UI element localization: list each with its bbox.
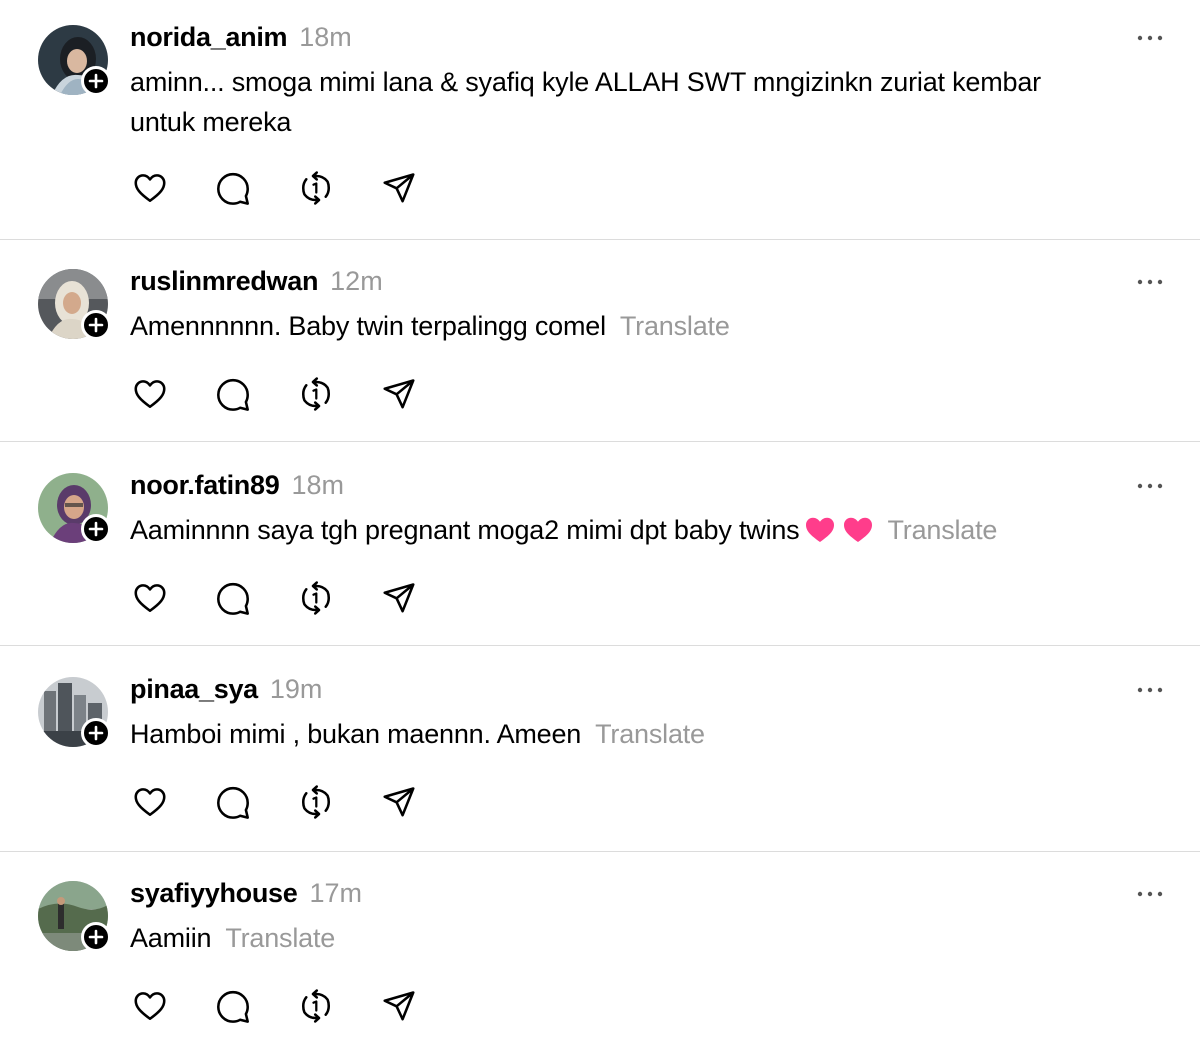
send-icon: [383, 991, 415, 1021]
heart-emoji: [805, 515, 873, 555]
comment-icon: [217, 990, 249, 1023]
reply-button[interactable]: [213, 986, 253, 1026]
reply-text: aminn... smoga mimi lana & syafiq kyle A…: [130, 62, 1140, 142]
translate-link[interactable]: Translate: [225, 923, 335, 953]
repost-icon: [301, 581, 331, 615]
post-header: norida_anim 18m: [130, 22, 352, 56]
comment-icon: [217, 786, 249, 819]
reply-text: Aaminnnn saya tgh pregnant moga2 mimi dp…: [130, 510, 1140, 555]
heart-icon: [134, 584, 166, 613]
post-header: ruslinmredwan 12m: [130, 266, 383, 300]
send-icon: [383, 173, 415, 203]
comment-icon: [217, 172, 249, 205]
timestamp: 18m: [291, 470, 344, 500]
send-icon: [383, 787, 415, 817]
post-header: syafiyyhouse 17m: [130, 878, 362, 912]
more-icon[interactable]: [1134, 474, 1166, 498]
translate-link[interactable]: Translate: [620, 311, 730, 341]
avatar[interactable]: [38, 677, 111, 748]
like-button[interactable]: [130, 374, 170, 414]
share-button[interactable]: [379, 374, 419, 414]
reply-text: Amennnnnn. Baby twin terpalingg comel Tra…: [130, 306, 1140, 346]
avatar[interactable]: [38, 881, 111, 952]
reply-text-line: aminn... smoga mimi lana & syafiq kyle A…: [130, 67, 1041, 97]
timestamp: 12m: [330, 266, 383, 296]
like-button[interactable]: [130, 578, 170, 618]
share-button[interactable]: [379, 578, 419, 618]
more-icon[interactable]: [1134, 882, 1166, 906]
more-icon[interactable]: [1134, 26, 1166, 50]
action-bar: [130, 168, 462, 208]
follow-plus-icon[interactable]: [81, 310, 111, 340]
heart-icon: [134, 788, 166, 817]
share-button[interactable]: [379, 168, 419, 208]
action-bar: [130, 374, 462, 414]
avatar[interactable]: [38, 269, 111, 340]
follow-plus-icon[interactable]: [81, 66, 111, 96]
repost-icon: [301, 785, 331, 819]
follow-plus-icon[interactable]: [81, 922, 111, 952]
repost-icon: [301, 171, 331, 205]
like-button[interactable]: [130, 782, 170, 822]
repost-icon: [301, 377, 331, 411]
heart-icon: [134, 992, 166, 1021]
follow-plus-icon[interactable]: [81, 514, 111, 544]
comment-icon: [217, 582, 249, 615]
reply-text-line: untuk mereka: [130, 107, 292, 137]
reply-button[interactable]: [213, 578, 253, 618]
post-header: pinaa_sya 19m: [130, 674, 322, 708]
username[interactable]: ruslinmredwan: [130, 266, 318, 297]
like-button[interactable]: [130, 986, 170, 1026]
post-header: noor.fatin89 18m: [130, 470, 344, 504]
repost-icon: [301, 989, 331, 1023]
repost-button[interactable]: [296, 168, 336, 208]
reply-post: ruslinmredwan 12m Amennnnnn. Baby twin t…: [0, 244, 1200, 442]
more-icon[interactable]: [1134, 678, 1166, 702]
reply-text-line: Aaminnnn saya tgh pregnant moga2 mimi dp…: [130, 515, 800, 545]
username[interactable]: norida_anim: [130, 22, 288, 53]
send-icon: [383, 583, 415, 613]
username[interactable]: noor.fatin89: [130, 470, 280, 501]
timestamp: 19m: [269, 674, 323, 704]
reply-button[interactable]: [213, 782, 253, 822]
reply-text-line: Aamiin: [130, 923, 212, 953]
reply-text-line: Amennnnnn. Baby twin terpalingg comel: [130, 311, 606, 341]
heart-icon: [134, 380, 166, 409]
heart-icon: [134, 174, 166, 203]
follow-plus-icon[interactable]: [81, 718, 111, 748]
reply-text: Hamboi mimi , bukan maennn. Ameen Transla…: [130, 714, 1140, 754]
username[interactable]: pinaa_sya: [130, 674, 258, 705]
repost-button[interactable]: [296, 986, 336, 1026]
replies-feed: norida_anim 18m aminn... smoga mimi lana…: [0, 0, 1200, 1044]
reply-button[interactable]: [213, 374, 253, 414]
repost-button[interactable]: [296, 374, 336, 414]
share-button[interactable]: [379, 986, 419, 1026]
translate-link[interactable]: Translate: [887, 515, 997, 545]
like-button[interactable]: [130, 168, 170, 208]
send-icon: [383, 379, 415, 409]
action-bar: [130, 578, 462, 618]
reply-post: noor.fatin89 18m Aaminnnn saya tgh pregn…: [0, 448, 1200, 646]
share-button[interactable]: [379, 782, 419, 822]
action-bar: [130, 986, 462, 1026]
avatar[interactable]: [38, 473, 111, 544]
avatar[interactable]: [38, 25, 111, 96]
translate-link[interactable]: Translate: [595, 719, 705, 749]
more-icon[interactable]: [1134, 270, 1166, 294]
reply-post: pinaa_sya 19m Hamboi mimi , bukan maennn…: [0, 652, 1200, 852]
repost-button[interactable]: [296, 578, 336, 618]
reply-text: Aamiin Translate: [130, 918, 1140, 958]
action-bar: [130, 782, 462, 822]
timestamp: 18m: [299, 22, 352, 52]
repost-button[interactable]: [296, 782, 336, 822]
reply-post: norida_anim 18m aminn... smoga mimi lana…: [0, 0, 1200, 240]
reply-post: syafiyyhouse 17m Aamiin Translate: [0, 856, 1200, 1044]
reply-text-line: Hamboi mimi , bukan maennn. Ameen: [130, 719, 582, 749]
timestamp: 17m: [309, 878, 363, 908]
comment-icon: [217, 378, 249, 411]
username[interactable]: syafiyyhouse: [130, 878, 298, 909]
reply-button[interactable]: [213, 168, 253, 208]
